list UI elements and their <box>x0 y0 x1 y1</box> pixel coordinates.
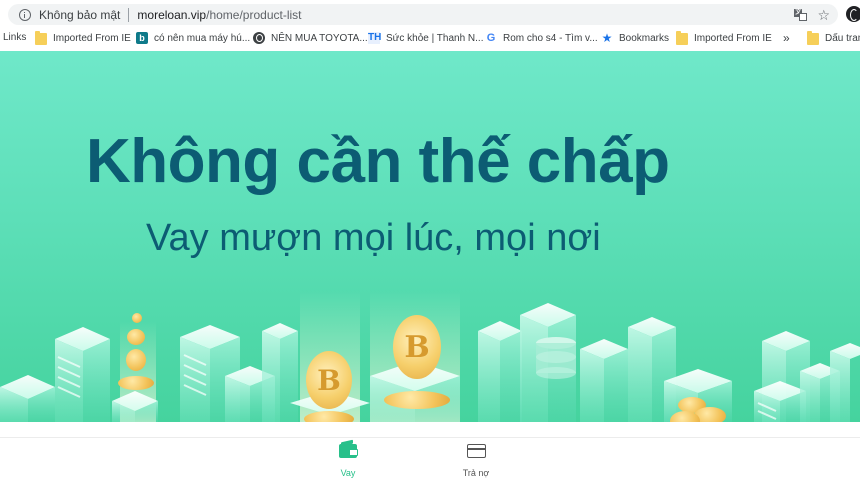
address-bar[interactable]: Không bảo mật moreloan.vip/home/product-… <box>8 4 838 25</box>
coin-icon <box>384 391 450 409</box>
bookmark-label: Dấu trang <box>825 33 860 44</box>
bookmark-nen-mua-toyota[interactable]: NÊN MUA TOYOTA... <box>253 32 368 44</box>
bookmark-label: có nên mua máy hú... <box>154 32 251 44</box>
profile-avatar[interactable] <box>846 6 860 22</box>
coin-icon <box>118 376 154 390</box>
bookmark-label: Sức khỏe | Thanh N... <box>386 32 484 44</box>
bottom-navigation: Vay Trả nợ <box>0 437 860 483</box>
th-icon: TH <box>368 32 382 44</box>
bookmark-imported-ie-2[interactable]: Imported From IE <box>676 31 772 45</box>
star-icon: ★ <box>601 31 613 45</box>
address-separator <box>128 7 130 22</box>
coin-icon <box>126 349 146 371</box>
security-label[interactable]: Không bảo mật <box>39 8 120 22</box>
nav-item-vay[interactable]: Vay <box>318 444 378 478</box>
hero-banner[interactable]: Không cần thế chấp Vay mượn mọi lúc, mọi… <box>0 51 860 422</box>
folder-icon <box>807 31 819 45</box>
bookmarks-bar: Links Imported From IE b có nên mua máy h… <box>0 27 860 49</box>
info-icon[interactable] <box>19 8 31 21</box>
credit-card-icon <box>466 444 486 458</box>
bookmark-label: Rom cho s4 - Tìm v... <box>503 32 598 44</box>
bookmark-label: Bookmarks <box>619 32 670 44</box>
bookmark-bookmarks[interactable]: ★ Bookmarks <box>601 32 669 44</box>
globe-icon <box>253 32 265 44</box>
bing-icon: b <box>136 32 148 44</box>
nav-item-tra-no[interactable]: Trả nợ <box>446 444 506 478</box>
bookmark-imported-ie[interactable]: Imported From IE <box>35 31 131 45</box>
folder-icon <box>35 31 47 45</box>
folder-icon <box>676 31 688 45</box>
bitcoin-coin-icon: B <box>393 315 441 379</box>
bookmarks-overflow-chevron[interactable]: » <box>783 31 790 45</box>
bookmark-star-icon[interactable]: ☆ <box>817 8 830 22</box>
nav-label-tra-no: Trả nợ <box>462 468 490 478</box>
coin-icon <box>304 411 354 422</box>
bitcoin-coin-icon: B <box>306 351 352 409</box>
google-icon: G <box>486 32 496 44</box>
bookmark-label: Imported From IE <box>53 33 131 44</box>
banner-subline: Vay mượn mọi lúc, mọi nơi <box>146 217 601 259</box>
bookmark-co-nen-mua[interactable]: b có nên mua máy hú... <box>136 32 250 44</box>
banner-headline: Không cần thế chấp <box>86 127 670 196</box>
bookmark-label: Links <box>3 32 27 43</box>
browser-toolbar: Không bảo mật moreloan.vip/home/product-… <box>0 0 860 27</box>
translate-icon[interactable]: 文 <box>794 8 808 21</box>
bookmark-dau-trang[interactable]: Dấu trang <box>807 31 860 45</box>
coin-icon <box>132 313 142 323</box>
nav-label-vay: Vay <box>340 468 356 478</box>
url-path[interactable]: /home/product-list <box>206 8 301 22</box>
bookmark-links[interactable]: Links <box>3 32 26 43</box>
bookmark-suc-khoe[interactable]: TH Sức khỏe | Thanh N... <box>368 32 484 44</box>
coin-icon <box>127 329 145 345</box>
url-host[interactable]: moreloan.vip <box>137 8 206 22</box>
bookmark-label: Imported From IE <box>694 33 772 44</box>
bookmark-rom-cho-s4[interactable]: G Rom cho s4 - Tìm v... <box>485 32 598 44</box>
bookmark-label: NÊN MUA TOYOTA... <box>271 32 368 44</box>
wallet-icon <box>339 444 358 458</box>
